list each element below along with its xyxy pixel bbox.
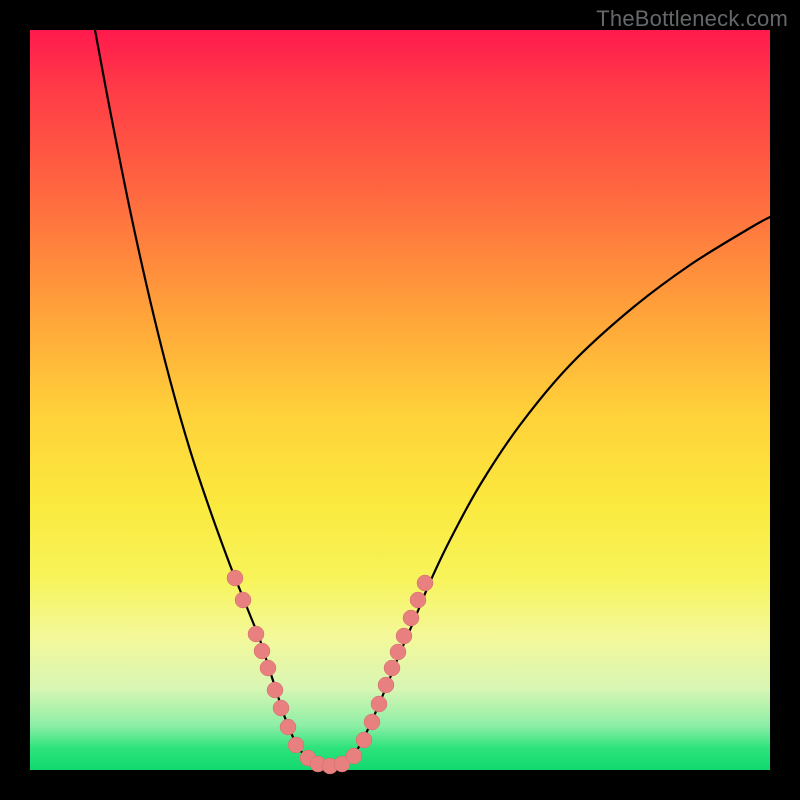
marker-point bbox=[254, 643, 270, 659]
marker-point bbox=[227, 570, 243, 586]
marker-point bbox=[390, 644, 406, 660]
marker-group bbox=[227, 570, 433, 774]
marker-point bbox=[346, 748, 362, 764]
marker-point bbox=[248, 626, 264, 642]
marker-point bbox=[364, 714, 380, 730]
marker-point bbox=[267, 682, 283, 698]
chart-frame: TheBottleneck.com bbox=[0, 0, 800, 800]
marker-point bbox=[280, 719, 296, 735]
marker-point bbox=[356, 732, 372, 748]
marker-point bbox=[371, 696, 387, 712]
marker-point bbox=[417, 575, 433, 591]
marker-point bbox=[288, 737, 304, 753]
marker-point bbox=[235, 592, 251, 608]
marker-point bbox=[403, 610, 419, 626]
marker-point bbox=[273, 700, 289, 716]
bottleneck-curve bbox=[95, 30, 770, 767]
marker-point bbox=[410, 592, 426, 608]
curve-layer bbox=[30, 30, 770, 770]
marker-point bbox=[260, 660, 276, 676]
marker-point bbox=[378, 677, 394, 693]
marker-point bbox=[384, 660, 400, 676]
marker-point bbox=[396, 628, 412, 644]
watermark-label: TheBottleneck.com bbox=[596, 6, 788, 32]
